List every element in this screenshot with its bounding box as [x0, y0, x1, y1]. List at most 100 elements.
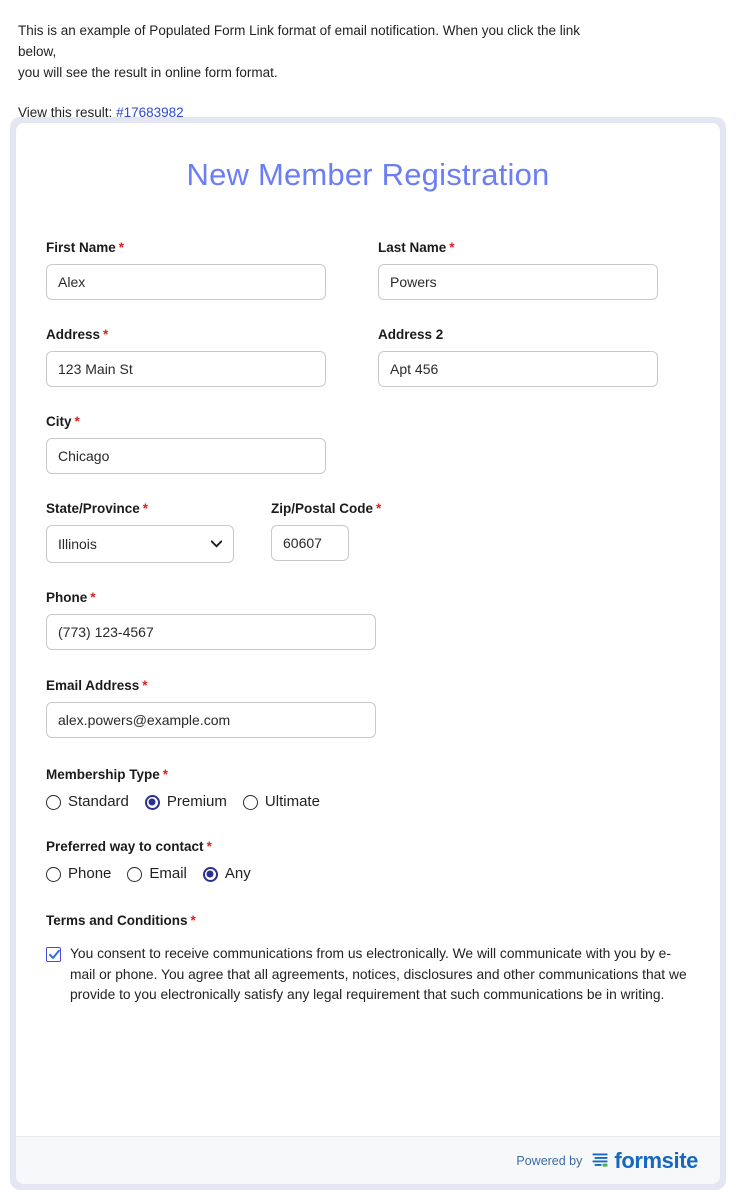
first-name-input[interactable]: Alex — [46, 264, 326, 300]
radio-icon-ultimate[interactable] — [243, 795, 258, 810]
email-intro-block: This is an example of Populated Form Lin… — [0, 0, 736, 120]
label-state: State/Province* — [46, 500, 261, 517]
form-card: New Member Registration First Name* Alex… — [16, 123, 720, 1184]
zip-input[interactable]: 60607 — [271, 525, 349, 561]
required-marker: * — [449, 240, 454, 255]
city-input[interactable]: Chicago — [46, 438, 326, 474]
address-input[interactable]: 123 Main St — [46, 351, 326, 387]
radio-label-ultimate: Ultimate — [265, 793, 320, 811]
label-preferred-contact-text: Preferred way to contact — [46, 839, 204, 854]
row-phone: Phone* (773) 123-4567 — [46, 589, 690, 650]
row-email: Email Address* alex.powers@example.com — [46, 677, 690, 738]
field-last-name: Last Name* Powers — [378, 239, 688, 300]
page-title: New Member Registration — [46, 155, 690, 195]
label-membership-type-text: Membership Type — [46, 767, 160, 782]
row-state-zip: State/Province* Illinois Zip/Postal Code… — [46, 500, 690, 563]
label-email-address-text: Email Address — [46, 678, 139, 693]
form-footer: Powered by formsite — [16, 1136, 720, 1184]
radio-label-any: Any — [225, 865, 251, 883]
label-terms: Terms and Conditions* — [46, 912, 690, 929]
field-phone: Phone* (773) 123-4567 — [46, 589, 386, 650]
preferred-contact-radio-group: Phone Email Any — [46, 865, 251, 883]
row-membership-type: Membership Type* Standard Premium — [46, 766, 690, 811]
radio-option-premium[interactable]: Premium — [145, 793, 227, 811]
radio-label-premium: Premium — [167, 793, 227, 811]
formsite-logo[interactable]: formsite — [591, 1150, 698, 1172]
required-marker: * — [207, 839, 212, 854]
required-marker: * — [90, 590, 95, 605]
form-body: New Member Registration First Name* Alex… — [16, 123, 720, 1136]
label-last-name-text: Last Name — [378, 240, 446, 255]
label-first-name-text: First Name — [46, 240, 116, 255]
required-marker: * — [163, 767, 168, 782]
required-marker: * — [142, 678, 147, 693]
required-marker: * — [103, 327, 108, 342]
required-marker: * — [191, 913, 196, 928]
form-backdrop: New Member Registration First Name* Alex… — [10, 117, 726, 1190]
label-state-text: State/Province — [46, 501, 140, 516]
address2-input[interactable]: Apt 456 — [378, 351, 658, 387]
powered-by-label: Powered by — [516, 1154, 582, 1168]
state-select-wrap: Illinois — [46, 525, 234, 563]
required-marker: * — [75, 414, 80, 429]
field-terms: Terms and Conditions* You consent to rec… — [46, 912, 690, 1006]
label-address: Address* — [46, 326, 356, 343]
row-terms: Terms and Conditions* You consent to rec… — [46, 912, 690, 1006]
radio-label-email: Email — [149, 865, 187, 883]
label-address-text: Address — [46, 327, 100, 342]
label-phone: Phone* — [46, 589, 386, 606]
last-name-input[interactable]: Powers — [378, 264, 658, 300]
terms-text: You consent to receive communications fr… — [70, 944, 690, 1006]
label-phone-text: Phone — [46, 590, 87, 605]
label-preferred-contact: Preferred way to contact* — [46, 838, 251, 855]
radio-icon-premium[interactable] — [145, 795, 160, 810]
radio-label-phone: Phone — [68, 865, 111, 883]
field-address: Address* 123 Main St — [46, 326, 356, 387]
radio-icon-email[interactable] — [127, 867, 142, 882]
field-city: City* Chicago — [46, 413, 356, 474]
label-city-text: City — [46, 414, 72, 429]
radio-icon-phone[interactable] — [46, 867, 61, 882]
membership-type-radio-group: Standard Premium Ultimate — [46, 793, 320, 811]
radio-option-email[interactable]: Email — [127, 865, 187, 883]
label-membership-type: Membership Type* — [46, 766, 320, 783]
checkmark-icon — [48, 948, 61, 961]
radio-option-phone[interactable]: Phone — [46, 865, 111, 883]
formsite-mark-icon — [591, 1151, 610, 1170]
terms-consent-row[interactable]: You consent to receive communications fr… — [46, 944, 690, 1006]
field-email-address: Email Address* alex.powers@example.com — [46, 677, 386, 738]
radio-option-ultimate[interactable]: Ultimate — [243, 793, 320, 811]
label-email-address: Email Address* — [46, 677, 386, 694]
row-name: First Name* Alex Last Name* Powers — [46, 239, 690, 300]
label-first-name: First Name* — [46, 239, 356, 256]
required-marker: * — [143, 501, 148, 516]
radio-icon-standard[interactable] — [46, 795, 61, 810]
required-marker: * — [376, 501, 381, 516]
phone-input[interactable]: (773) 123-4567 — [46, 614, 376, 650]
row-preferred-contact: Preferred way to contact* Phone Email — [46, 838, 690, 883]
label-address2: Address 2 — [378, 326, 688, 343]
label-city: City* — [46, 413, 356, 430]
email-intro-line-1: This is an example of Populated Form Lin… — [18, 20, 618, 62]
field-preferred-contact: Preferred way to contact* Phone Email — [46, 838, 251, 883]
row-address: Address* 123 Main St Address 2 Apt 456 — [46, 326, 690, 387]
field-first-name: First Name* Alex — [46, 239, 356, 300]
email-intro-line-2: you will see the result in online form f… — [18, 62, 618, 83]
row-city: City* Chicago — [46, 413, 690, 474]
formsite-wordmark: formsite — [614, 1150, 698, 1172]
state-select[interactable]: Illinois — [46, 525, 234, 563]
radio-option-any[interactable]: Any — [203, 865, 251, 883]
label-terms-text: Terms and Conditions — [46, 913, 188, 928]
email-address-input[interactable]: alex.powers@example.com — [46, 702, 376, 738]
radio-label-standard: Standard — [68, 793, 129, 811]
required-marker: * — [119, 240, 124, 255]
label-last-name: Last Name* — [378, 239, 688, 256]
field-membership-type: Membership Type* Standard Premium — [46, 766, 320, 811]
label-zip-text: Zip/Postal Code — [271, 501, 373, 516]
label-zip: Zip/Postal Code* — [271, 500, 391, 517]
label-address2-text: Address 2 — [378, 327, 443, 342]
radio-option-standard[interactable]: Standard — [46, 793, 129, 811]
radio-icon-any[interactable] — [203, 867, 218, 882]
terms-checkbox[interactable] — [46, 947, 61, 962]
field-state: State/Province* Illinois — [46, 500, 261, 563]
